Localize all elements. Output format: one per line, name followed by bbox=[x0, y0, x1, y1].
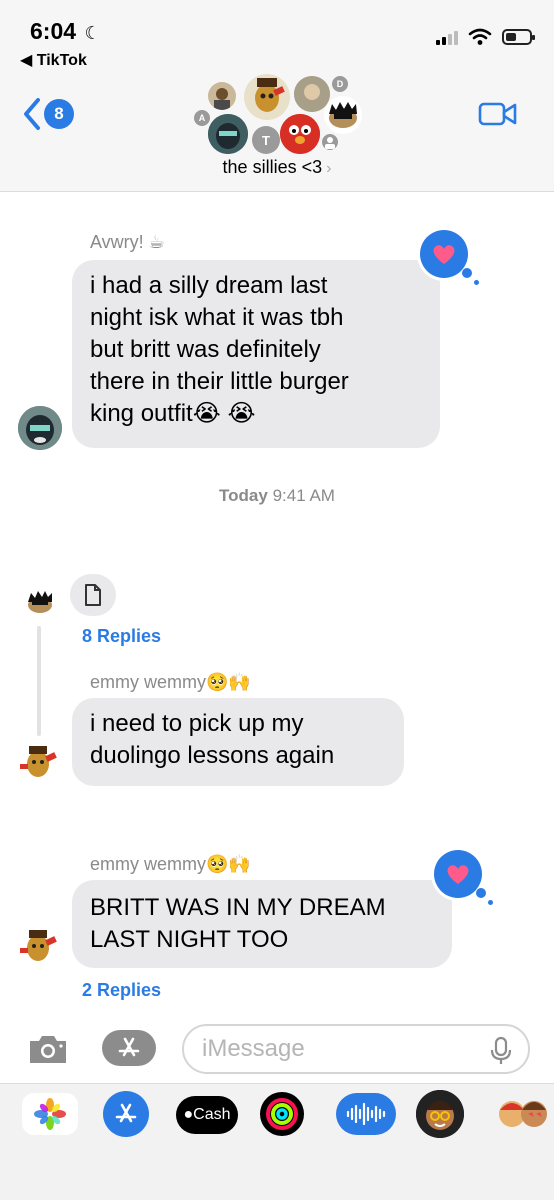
message-sender: emmy wemmy🥺🙌 bbox=[90, 672, 251, 692]
status-time: 6:04 ☾ bbox=[30, 18, 101, 45]
group-avatars[interactable]: A D T bbox=[194, 66, 364, 161]
member-initial-avatar: A bbox=[194, 110, 210, 126]
app-drawer: ● Cash bbox=[0, 1083, 554, 1200]
app-store-icon bbox=[118, 1037, 140, 1057]
memoji-stickers-app[interactable] bbox=[494, 1090, 550, 1138]
member-initial-avatar: T bbox=[252, 126, 280, 154]
heart-tapback[interactable] bbox=[420, 230, 468, 278]
audio-message-icon bbox=[346, 1102, 386, 1126]
heart-tapback[interactable] bbox=[434, 850, 482, 898]
tapback-dot bbox=[462, 268, 472, 278]
sender-avatar bbox=[16, 924, 60, 968]
cash-label: Cash bbox=[193, 1106, 231, 1123]
sender-avatar bbox=[16, 740, 60, 784]
timestamp: Today 9:41 AM bbox=[0, 486, 554, 506]
member-avatar bbox=[322, 134, 338, 150]
unread-badge: 8 bbox=[44, 99, 74, 129]
message-line: duolingo lessons again bbox=[90, 742, 335, 769]
wifi-icon bbox=[468, 28, 492, 45]
sender-avatar bbox=[18, 406, 62, 450]
chevron-right-icon: › bbox=[326, 160, 332, 177]
message-line: but britt was definitely bbox=[90, 336, 321, 363]
microphone-icon[interactable] bbox=[490, 1036, 512, 1066]
activity-app[interactable] bbox=[260, 1092, 304, 1136]
message-line: BRITT WAS IN MY DREAM bbox=[90, 894, 386, 921]
replies-link[interactable]: 8 Replies bbox=[82, 626, 161, 647]
message-line: king outfit😭 😭 bbox=[90, 400, 256, 427]
group-name[interactable]: the sillies <3 › bbox=[0, 157, 554, 178]
sender-avatar bbox=[24, 586, 56, 618]
photos-icon bbox=[34, 1098, 66, 1130]
memoji-icon bbox=[416, 1090, 464, 1138]
chevron-left-icon bbox=[24, 98, 40, 130]
tapback-dot bbox=[476, 888, 486, 898]
tapback-dot bbox=[474, 280, 479, 285]
composer-bar: iMessage bbox=[0, 1018, 554, 1082]
moon-icon: ☾ bbox=[84, 23, 101, 43]
member-avatar bbox=[208, 114, 248, 154]
replies-link[interactable]: 2 Replies bbox=[82, 980, 161, 1001]
member-avatar bbox=[324, 96, 362, 134]
photos-app[interactable] bbox=[22, 1093, 78, 1135]
member-avatar bbox=[244, 74, 290, 120]
member-avatar bbox=[280, 114, 320, 154]
app-store-app[interactable] bbox=[103, 1091, 149, 1137]
attachment-bubble[interactable] bbox=[70, 574, 116, 616]
message-bubble[interactable]: BRITT WAS IN MY DREAM LAST NIGHT TOO bbox=[72, 880, 452, 968]
message-line: i need to pick up my bbox=[90, 710, 304, 737]
memoji-app[interactable] bbox=[416, 1090, 464, 1138]
status-time-text: 6:04 bbox=[30, 18, 77, 44]
battery-icon bbox=[502, 29, 535, 45]
activity-icon bbox=[266, 1098, 298, 1130]
message-sender: emmy wemmy🥺🙌 bbox=[90, 854, 251, 874]
message-bubble[interactable]: i had a silly dream last night isk what … bbox=[72, 260, 440, 448]
apple-logo-icon: ● bbox=[183, 1106, 194, 1123]
group-name-text: the sillies <3 bbox=[222, 157, 323, 177]
video-call-button[interactable] bbox=[478, 100, 518, 128]
tapback-dot bbox=[488, 900, 493, 905]
apple-cash-app[interactable]: ● Cash bbox=[176, 1096, 238, 1134]
message-line: there in their little burger bbox=[90, 368, 349, 395]
back-to-app-link[interactable]: ◀ TikTok bbox=[20, 50, 87, 70]
signal-icon bbox=[436, 29, 458, 45]
thread-line bbox=[37, 626, 41, 736]
member-initial-avatar: D bbox=[332, 76, 348, 92]
memoji-stickers-icon bbox=[499, 1101, 547, 1127]
back-button[interactable]: 8 bbox=[22, 96, 74, 132]
app-store-icon bbox=[115, 1103, 137, 1123]
message-line: i had a silly dream last bbox=[90, 272, 328, 299]
heart-icon bbox=[433, 245, 455, 264]
conversation-header: 6:04 ☾ ◀ TikTok 8 A D T the sillies <3 › bbox=[0, 0, 554, 192]
document-icon bbox=[85, 584, 101, 606]
message-input-placeholder: iMessage bbox=[202, 1035, 305, 1062]
message-sender: Avwry! ☕ bbox=[90, 232, 165, 252]
timestamp-day: Today bbox=[219, 486, 268, 505]
heart-icon bbox=[447, 865, 469, 884]
timestamp-time: 9:41 AM bbox=[272, 486, 335, 505]
member-avatar bbox=[208, 82, 236, 110]
message-line: LAST NIGHT TOO bbox=[90, 926, 289, 953]
message-input[interactable]: iMessage bbox=[182, 1024, 530, 1074]
message-line: night isk what it was tbh bbox=[90, 304, 344, 331]
status-icons bbox=[436, 28, 535, 46]
app-store-button[interactable] bbox=[102, 1030, 156, 1066]
audio-message-app[interactable] bbox=[336, 1093, 396, 1135]
message-bubble[interactable]: i need to pick up my duolingo lessons ag… bbox=[72, 698, 404, 786]
camera-button[interactable] bbox=[26, 1032, 70, 1066]
